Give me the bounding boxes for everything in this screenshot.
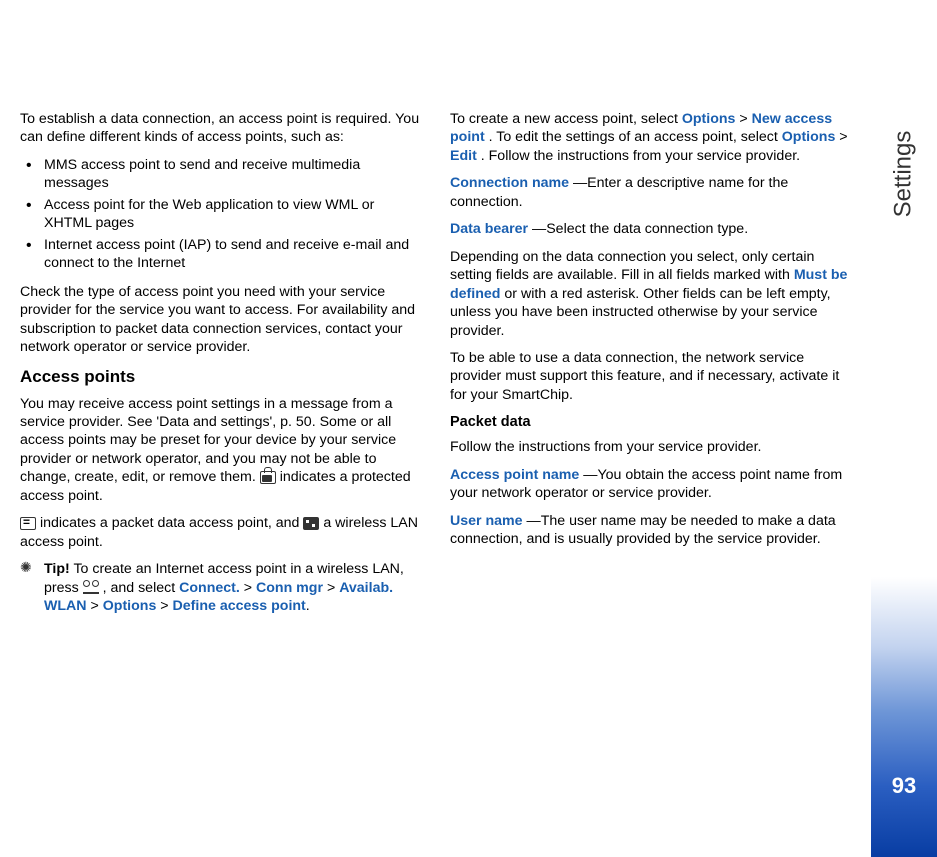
icons-text: indicates a packet data access point, an… [20,514,420,551]
receive-text: You may receive access point settings in… [20,395,420,506]
field-label: User name [450,513,523,529]
menu-path: Conn mgr [256,580,323,596]
column-right: To create a new access point, select Opt… [450,110,850,625]
username-row: User name —The user name may be needed t… [450,512,850,549]
menu-path: Options [103,598,157,614]
field-label: Connection name [450,175,569,191]
subsection-heading: Packet data [450,413,850,432]
page-number: 93 [871,773,937,799]
create-text: To create a new access point, select Opt… [450,110,850,165]
wlan-icon [303,517,319,530]
section-heading: Access points [20,366,420,388]
menu-path: Connect. [179,580,240,596]
sidebar: Settings 93 [871,0,937,857]
check-text: Check the type of access point you need … [20,283,420,357]
lock-icon [260,471,276,484]
use-conn-text: To be able to use a data connection, the… [450,349,850,404]
menu-path: Options [682,111,736,127]
column-left: To establish a data connection, an acces… [20,110,420,625]
field-label: Access point name [450,467,579,483]
conn-name-row: Connection name —Enter a descriptive nam… [450,174,850,211]
packet-text: Follow the instructions from your servic… [450,438,850,456]
menu-key-icon [83,582,99,594]
list-item: Access point for the Web application to … [20,196,420,233]
field-label: Data bearer [450,221,528,237]
tip-label: Tip! [44,561,70,577]
tip-icon [22,562,36,576]
menu-path: Define access point [173,598,306,614]
apn-row: Access point name —You obtain the access… [450,466,850,503]
depending-text: Depending on the data connection you sel… [450,248,850,340]
page-content: To establish a data connection, an acces… [0,0,871,857]
data-bearer-row: Data bearer —Select the data connection … [450,220,850,238]
tip-block: Tip! To create an Internet access point … [20,560,420,615]
access-point-list: MMS access point to send and receive mul… [20,156,420,273]
sidebar-label: Settings [890,131,918,218]
intro-text: To establish a data connection, an acces… [20,110,420,147]
sidebar-gradient [871,577,937,857]
columns: To establish a data connection, an acces… [20,110,851,625]
menu-path: Options [782,129,836,145]
list-item: MMS access point to send and receive mul… [20,156,420,193]
menu-path: Edit [450,148,477,164]
list-item: Internet access point (IAP) to send and … [20,236,420,273]
packet-data-icon [20,517,36,530]
